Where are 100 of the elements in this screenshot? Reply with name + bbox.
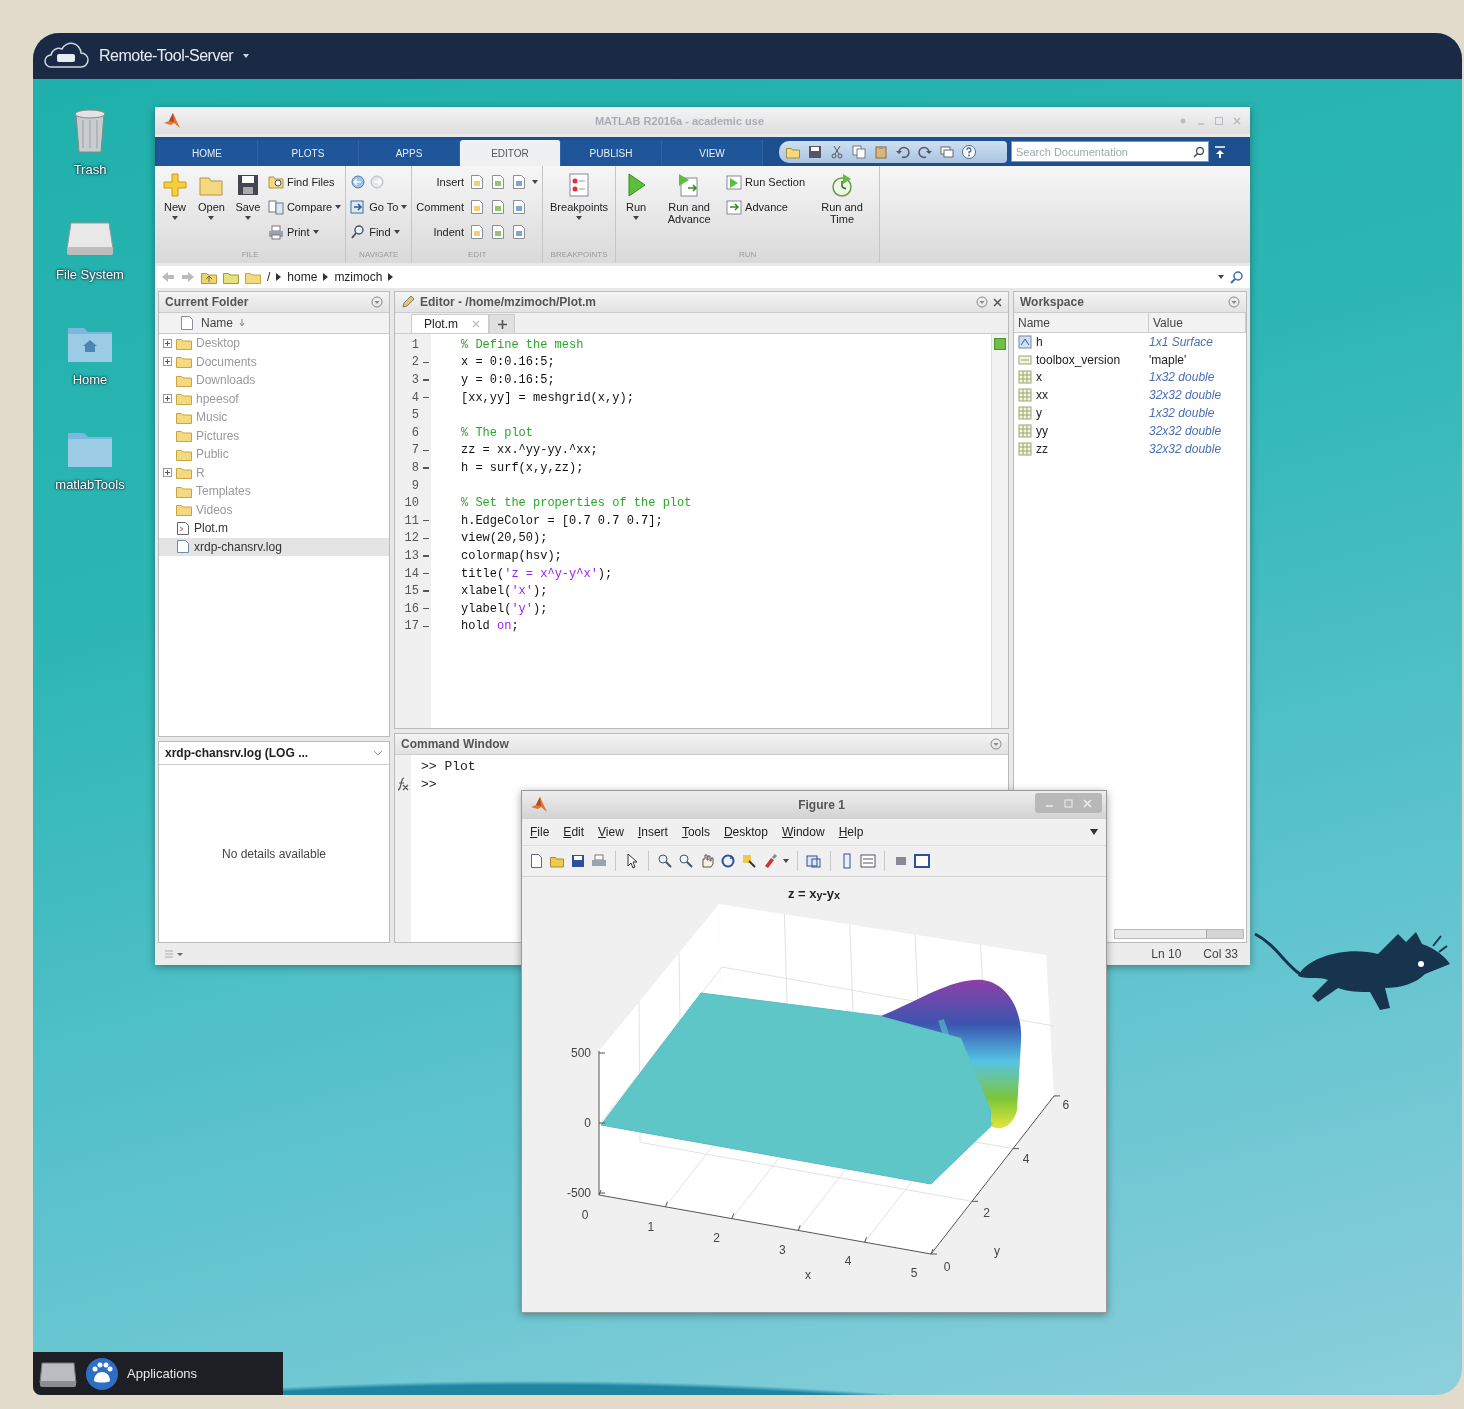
page-icon[interactable]	[511, 224, 527, 240]
path-segment[interactable]: mzimoch	[334, 270, 383, 284]
variable-row[interactable]: yy 32x32 double	[1014, 422, 1246, 440]
column-header[interactable]: Name Value	[1014, 313, 1246, 333]
folder-up-icon[interactable]	[201, 270, 217, 284]
data-cursor-icon[interactable]	[741, 853, 757, 869]
file-list-item[interactable]: xrdp-chansrv.log	[159, 537, 389, 556]
copy-icon[interactable]	[851, 143, 867, 160]
menu-icon[interactable]	[990, 738, 1002, 750]
toolstrip-button[interactable]: Run and Advance	[656, 172, 723, 250]
browse-folder-icon[interactable]	[223, 270, 239, 284]
toolstrip-button[interactable]: Run and Time	[809, 172, 876, 250]
variable-row[interactable]: xx 32x32 double	[1014, 386, 1246, 405]
menu-icon[interactable]	[1228, 296, 1240, 308]
toolstrip-tab[interactable]: EDITOR	[460, 140, 561, 166]
toolstrip-tab[interactable]: APPS	[359, 140, 460, 166]
rotate-icon[interactable]	[720, 853, 736, 869]
menu-item[interactable]: Edit	[563, 825, 585, 839]
zoom-out-icon[interactable]	[678, 853, 694, 869]
page-icon[interactable]	[511, 199, 527, 215]
zoom-in-icon[interactable]	[657, 853, 673, 869]
toolstrip-tab[interactable]: PUBLISH	[561, 140, 662, 166]
menu-item[interactable]: Insert	[637, 825, 668, 839]
toolstrip-button[interactable]: Breakpoints	[547, 172, 612, 250]
path-segment[interactable]: home	[287, 270, 318, 284]
dock-icon[interactable]	[914, 853, 930, 869]
column-header[interactable]: Name	[159, 313, 389, 334]
toolstrip-button[interactable]: Save	[231, 172, 264, 250]
variable-row[interactable]: x 1x32 double	[1014, 368, 1246, 387]
print-icon[interactable]	[591, 853, 607, 869]
maximize-icon[interactable]	[1214, 115, 1224, 126]
menu-item[interactable]: Desktop	[723, 825, 768, 839]
char-array-icon	[1018, 352, 1032, 367]
variable-row[interactable]: zz 32x32 double	[1014, 439, 1246, 458]
menu-icon[interactable]	[976, 296, 988, 308]
link-icon[interactable]	[806, 853, 822, 869]
fx-icon[interactable]	[395, 777, 409, 791]
applications-menu-button[interactable]: Applications	[85, 1356, 198, 1391]
toolstrip-button[interactable]: Open	[195, 172, 228, 250]
pointer-icon[interactable]	[624, 853, 640, 869]
hand-icon[interactable]	[699, 853, 715, 869]
legend-icon[interactable]	[860, 853, 876, 869]
toolstrip-button[interactable]: Run	[620, 172, 653, 250]
tick-label: 500	[570, 1046, 591, 1060]
menu-item[interactable]: Tools	[681, 825, 710, 839]
chevron-down-icon[interactable]	[373, 750, 383, 756]
folder-icon	[176, 503, 192, 517]
more-options-icon[interactable]	[163, 948, 185, 960]
page-icon[interactable]	[490, 174, 506, 190]
toolstrip-tab[interactable]: HOME	[157, 140, 258, 166]
menu-item[interactable]: Help	[838, 825, 864, 839]
toolstrip-button[interactable]: Find	[350, 222, 408, 242]
save-icon[interactable]	[570, 853, 586, 869]
toolstrip-button[interactable]: Go To	[350, 197, 408, 217]
page-icon[interactable]	[490, 224, 506, 240]
menu-item[interactable]: Window	[781, 825, 825, 839]
expand-icon[interactable]	[163, 468, 172, 478]
variable-row[interactable]: y 1x32 double	[1014, 404, 1246, 422]
toolstrip-button[interactable]: Find Files	[267, 172, 342, 192]
toolstrip-button[interactable]: Compare	[267, 197, 342, 217]
page-icon[interactable]	[511, 174, 527, 190]
menu-icon[interactable]	[371, 296, 383, 308]
menu-item[interactable]: View	[598, 825, 624, 839]
cut-icon[interactable]	[829, 143, 845, 160]
help-icon[interactable]	[961, 143, 977, 160]
page-icon[interactable]	[490, 199, 506, 215]
variable-row[interactable]: toolbox_version 'maple'	[1014, 350, 1246, 369]
page-icon[interactable]	[469, 224, 485, 240]
toolstrip-tab[interactable]: VIEW	[662, 140, 763, 166]
page-icon[interactable]	[469, 174, 485, 190]
file-list-item[interactable]: Plot.m	[159, 519, 389, 538]
save-icon[interactable]	[807, 143, 823, 160]
toolstrip-button[interactable]: Run Section	[726, 172, 806, 192]
address-bar[interactable]: / home mzimoch	[155, 266, 1250, 288]
page-icon[interactable]	[469, 199, 485, 215]
dock-arrow-icon[interactable]	[1090, 829, 1098, 835]
close-icon[interactable]	[993, 297, 1002, 307]
toolstrip-button[interactable]: Advance	[726, 197, 806, 217]
paste-icon[interactable]	[873, 143, 889, 160]
menu-item[interactable]: File	[530, 825, 550, 839]
forward-icon[interactable]	[181, 271, 195, 283]
expand-icon[interactable]	[163, 338, 172, 348]
toolstrip-button[interactable]: New	[159, 172, 191, 250]
new-tab-button[interactable]	[489, 314, 515, 333]
collapse-icon[interactable]	[1213, 144, 1227, 159]
back-icon[interactable]	[161, 271, 175, 283]
windows-icon[interactable]	[939, 143, 955, 160]
toolstrip-button[interactable]: Print	[267, 222, 342, 242]
expand-icon[interactable]	[163, 357, 172, 367]
path-segment[interactable]: /	[267, 270, 271, 284]
file-tab[interactable]: Plot.m	[411, 314, 489, 333]
new-file-icon[interactable]	[528, 853, 544, 869]
scrollbar[interactable]	[1114, 929, 1244, 939]
folder-icon	[176, 466, 192, 480]
search-icon[interactable]	[1230, 270, 1244, 284]
variable-row[interactable]: h 1x1 Surface	[1014, 333, 1246, 351]
brush-icon[interactable]	[762, 853, 778, 869]
toolstrip-tab[interactable]: PLOTS	[258, 140, 359, 166]
expand-icon[interactable]	[163, 394, 172, 404]
code-line: [xx,yy] = meshgrid(x,y);	[461, 389, 635, 407]
